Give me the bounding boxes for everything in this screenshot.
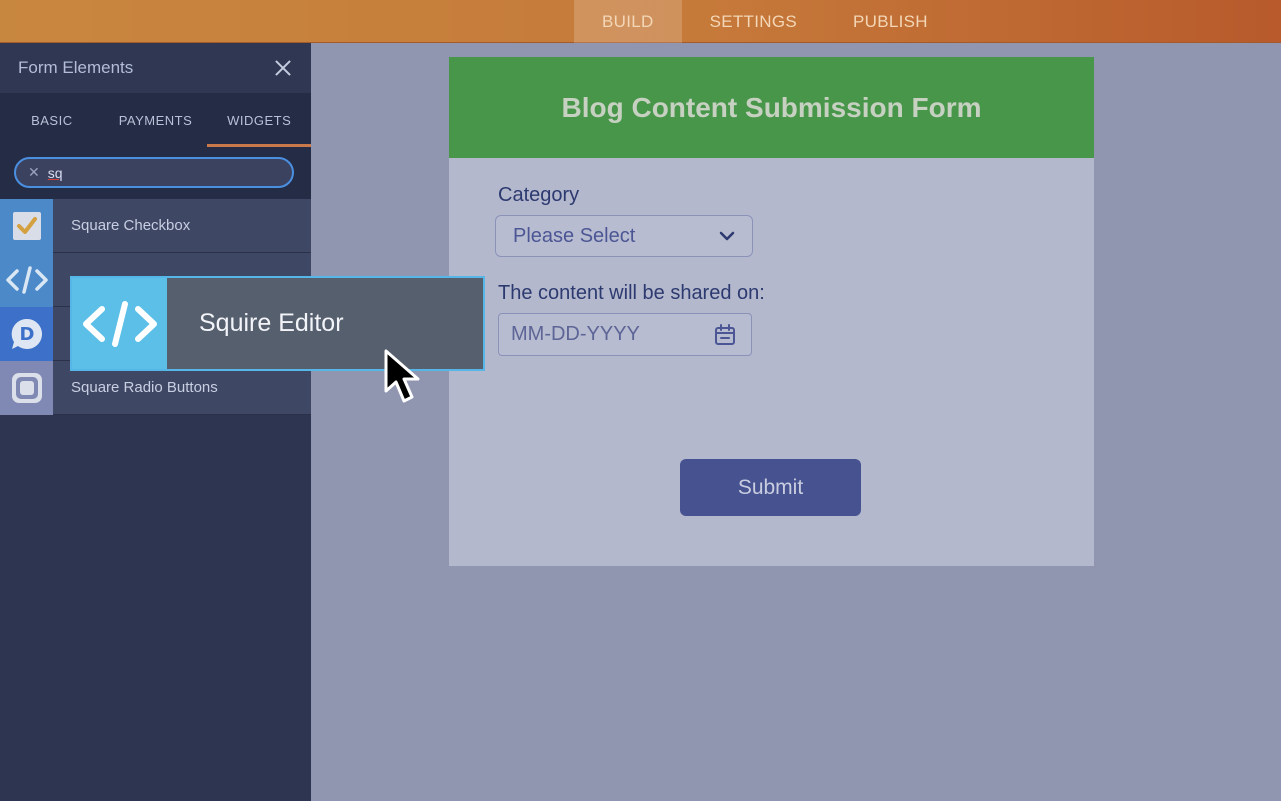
panel-title: Form Elements bbox=[18, 58, 134, 77]
search-input[interactable]: ✕ sq bbox=[14, 157, 294, 188]
tab-build[interactable]: BUILD bbox=[574, 0, 682, 43]
top-bar: BUILD SETTINGS PUBLISH bbox=[0, 0, 1281, 43]
category-label: Category bbox=[498, 184, 580, 206]
builder-tabs: BUILD SETTINGS PUBLISH bbox=[574, 0, 956, 43]
date-input[interactable]: MM-DD-YYYY bbox=[498, 313, 752, 356]
code-icon bbox=[72, 278, 167, 369]
clear-search-icon[interactable]: ✕ bbox=[28, 164, 40, 181]
form-canvas: Blog Content Submission Form Category Pl… bbox=[449, 57, 1094, 566]
tab-settings[interactable]: SETTINGS bbox=[682, 0, 825, 43]
date-placeholder: MM-DD-YYYY bbox=[511, 323, 640, 345]
form-title[interactable]: Blog Content Submission Form bbox=[449, 57, 1094, 158]
tab-publish[interactable]: PUBLISH bbox=[825, 0, 956, 43]
chevron-down-icon bbox=[719, 231, 735, 241]
tab-basic[interactable]: BASIC bbox=[0, 93, 104, 147]
tab-payments[interactable]: PAYMENTS bbox=[104, 93, 208, 147]
checkbox-icon bbox=[0, 198, 53, 253]
tab-widgets[interactable]: WIDGETS bbox=[207, 93, 311, 147]
list-item-label: Square Radio Buttons bbox=[71, 379, 218, 396]
panel-header: Form Elements bbox=[0, 43, 311, 93]
disqus-icon: D bbox=[0, 306, 53, 361]
panel-tabs: BASIC PAYMENTS WIDGETS bbox=[0, 93, 311, 147]
mouse-cursor-icon bbox=[384, 349, 420, 403]
code-icon bbox=[0, 252, 53, 307]
category-select-value: Please Select bbox=[513, 224, 636, 247]
date-label: The content will be shared on: bbox=[498, 282, 765, 304]
drag-preview-label: Squire Editor bbox=[199, 309, 344, 337]
list-item-label: Square Checkbox bbox=[71, 217, 191, 234]
search-area: ✕ sq bbox=[0, 147, 311, 199]
list-item-square-checkbox[interactable]: Square Checkbox bbox=[0, 198, 311, 253]
svg-text:D: D bbox=[19, 324, 34, 345]
submit-button[interactable]: Submit bbox=[680, 459, 861, 516]
category-select[interactable]: Please Select bbox=[495, 215, 753, 257]
radio-square-icon bbox=[0, 360, 53, 415]
search-value[interactable]: sq bbox=[48, 165, 63, 181]
close-icon[interactable] bbox=[273, 58, 293, 78]
calendar-icon[interactable] bbox=[713, 323, 737, 347]
form-elements-panel: Form Elements BASIC PAYMENTS WIDGETS ✕ s… bbox=[0, 43, 311, 801]
